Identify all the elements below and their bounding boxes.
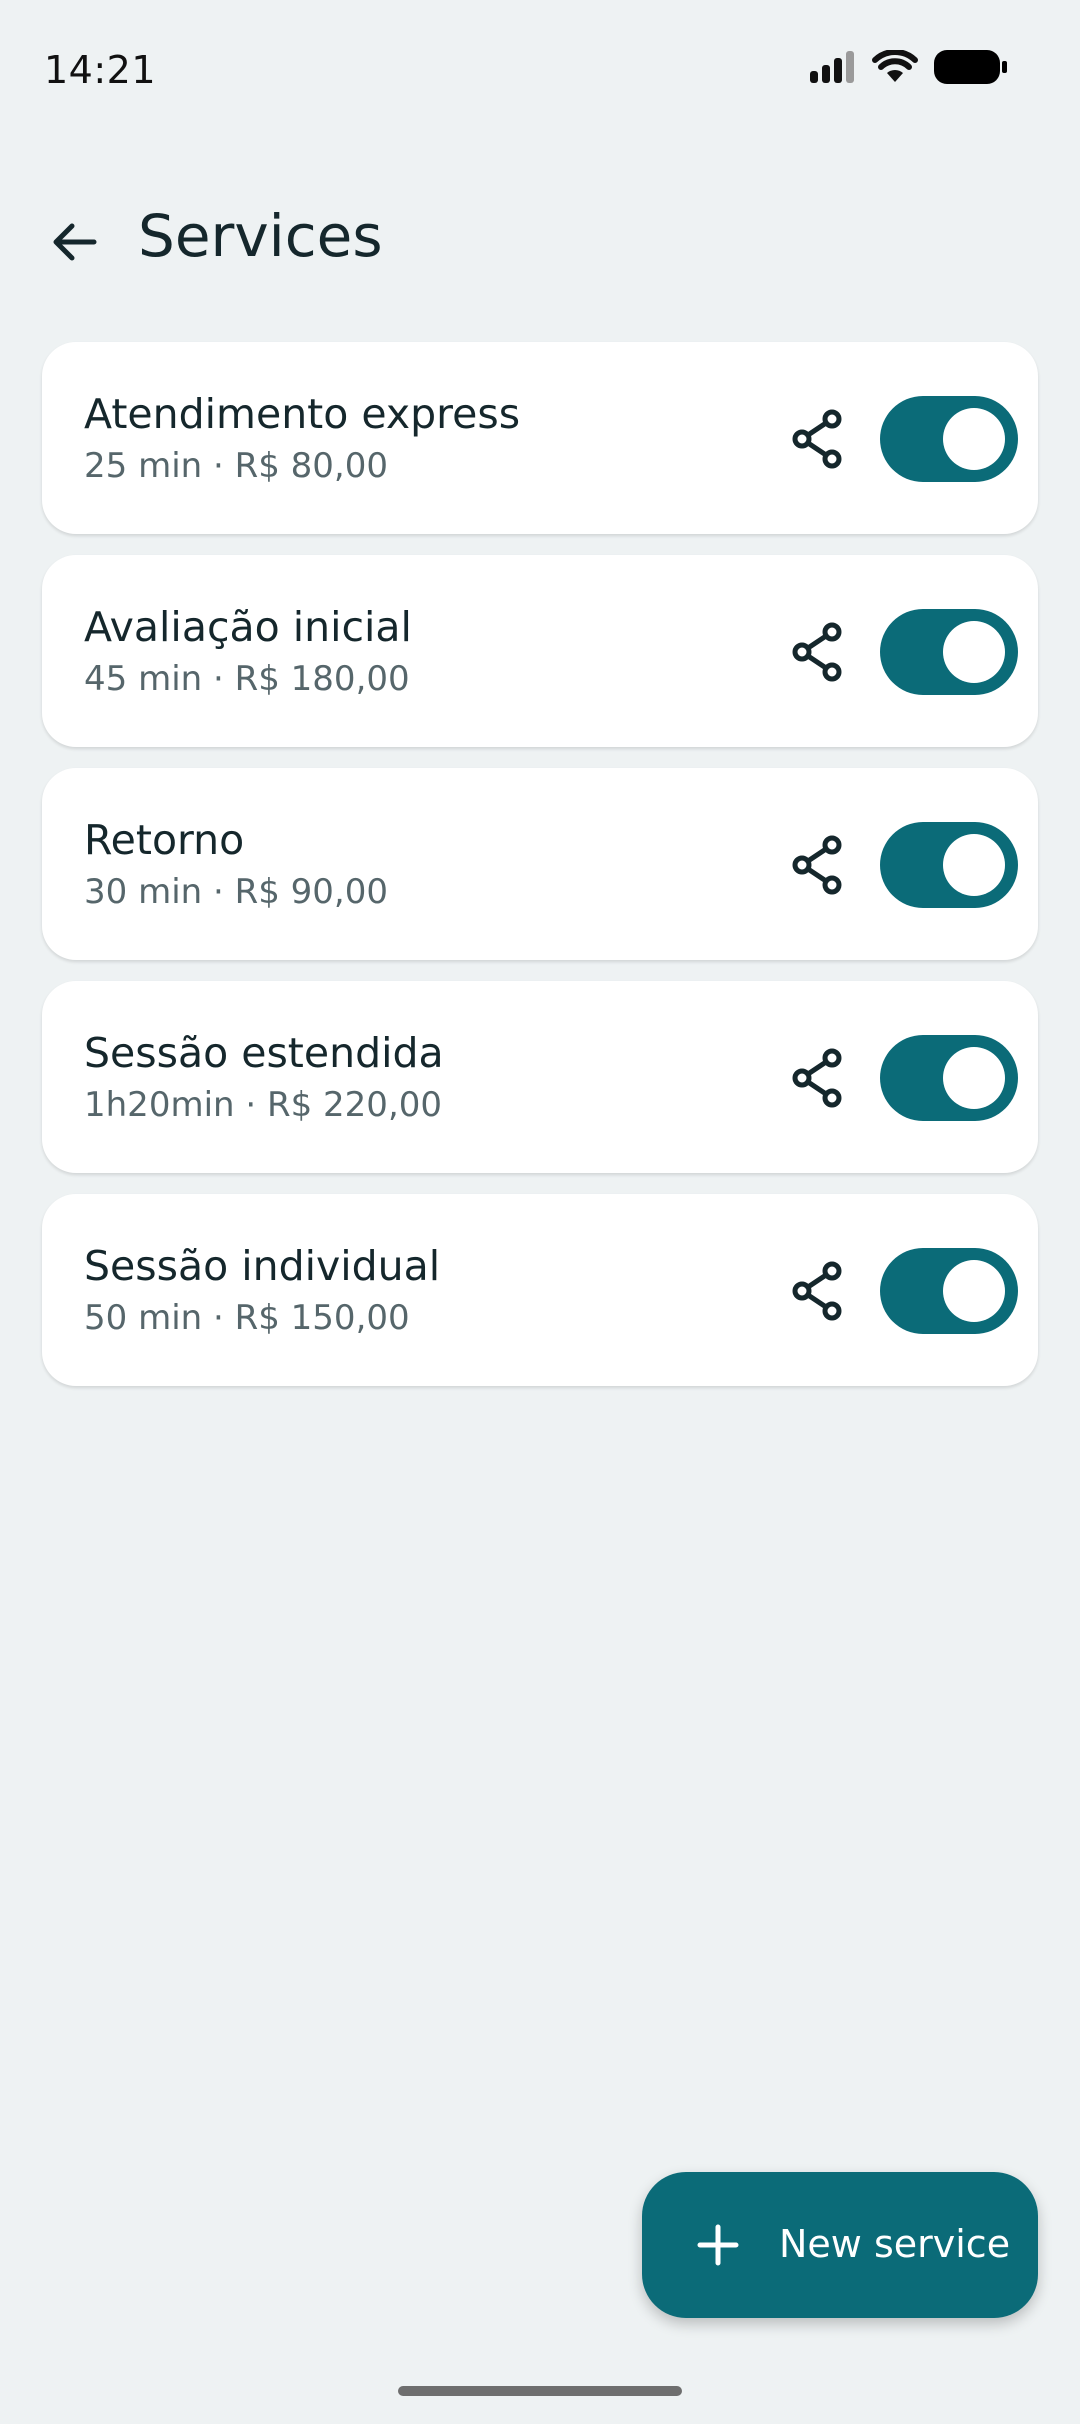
share-icon — [792, 1261, 842, 1321]
share-button[interactable] — [782, 830, 852, 900]
share-button[interactable] — [782, 1256, 852, 1326]
enable-toggle[interactable] — [880, 396, 1018, 482]
arrow-back-icon — [53, 223, 97, 261]
service-name: Sessão individual — [84, 1242, 441, 1290]
battery-icon — [934, 50, 1008, 88]
status-time: 14:21 — [44, 48, 157, 92]
share-icon — [792, 622, 842, 682]
enable-toggle[interactable] — [880, 822, 1018, 908]
service-card[interactable]: Avaliação inicial 45 min · R$ 180,00 — [42, 555, 1038, 747]
toggle-knob — [943, 1047, 1005, 1109]
page-title: Services — [138, 202, 383, 270]
services-screen: 14:21 Services Atendimento express 25 mi… — [0, 0, 1080, 2424]
status-bar: 14:21 — [0, 0, 1080, 140]
toggle-knob — [943, 408, 1005, 470]
service-card[interactable]: Sessão estendida 1h20min · R$ 220,00 — [42, 981, 1038, 1173]
new-service-label: New service — [779, 2222, 1011, 2266]
new-service-button[interactable]: New service — [642, 2172, 1038, 2318]
enable-toggle[interactable] — [880, 1248, 1018, 1334]
service-details: 50 min · R$ 150,00 — [84, 1298, 410, 1338]
service-name: Retorno — [84, 816, 245, 864]
toggle-knob — [943, 621, 1005, 683]
service-card[interactable]: Sessão individual 50 min · R$ 150,00 — [42, 1194, 1038, 1386]
service-name: Atendimento express — [84, 390, 521, 438]
enable-toggle[interactable] — [880, 1035, 1018, 1121]
toggle-knob — [943, 834, 1005, 896]
service-name: Avaliação inicial — [84, 603, 412, 651]
service-card[interactable]: Retorno 30 min · R$ 90,00 — [42, 768, 1038, 960]
home-indicator[interactable] — [398, 2386, 682, 2396]
service-details: 45 min · R$ 180,00 — [84, 659, 410, 699]
service-details: 1h20min · R$ 220,00 — [84, 1085, 443, 1125]
enable-toggle[interactable] — [880, 609, 1018, 695]
toggle-knob — [943, 1260, 1005, 1322]
share-button[interactable] — [782, 404, 852, 474]
share-icon — [792, 1048, 842, 1108]
service-name: Sessão estendida — [84, 1029, 444, 1077]
status-icons — [810, 49, 1008, 88]
service-list: Atendimento express 25 min · R$ 80,00 Av… — [42, 342, 1038, 1407]
top-app-bar: Services — [0, 190, 1080, 290]
share-button[interactable] — [782, 1043, 852, 1113]
plus-icon — [697, 2224, 739, 2266]
back-button[interactable] — [36, 204, 112, 280]
share-icon — [792, 409, 842, 469]
signal-icon — [810, 51, 856, 87]
service-details: 25 min · R$ 80,00 — [84, 446, 389, 486]
wifi-icon — [872, 49, 918, 88]
service-card[interactable]: Atendimento express 25 min · R$ 80,00 — [42, 342, 1038, 534]
share-button[interactable] — [782, 617, 852, 687]
share-icon — [792, 835, 842, 895]
service-details: 30 min · R$ 90,00 — [84, 872, 389, 912]
